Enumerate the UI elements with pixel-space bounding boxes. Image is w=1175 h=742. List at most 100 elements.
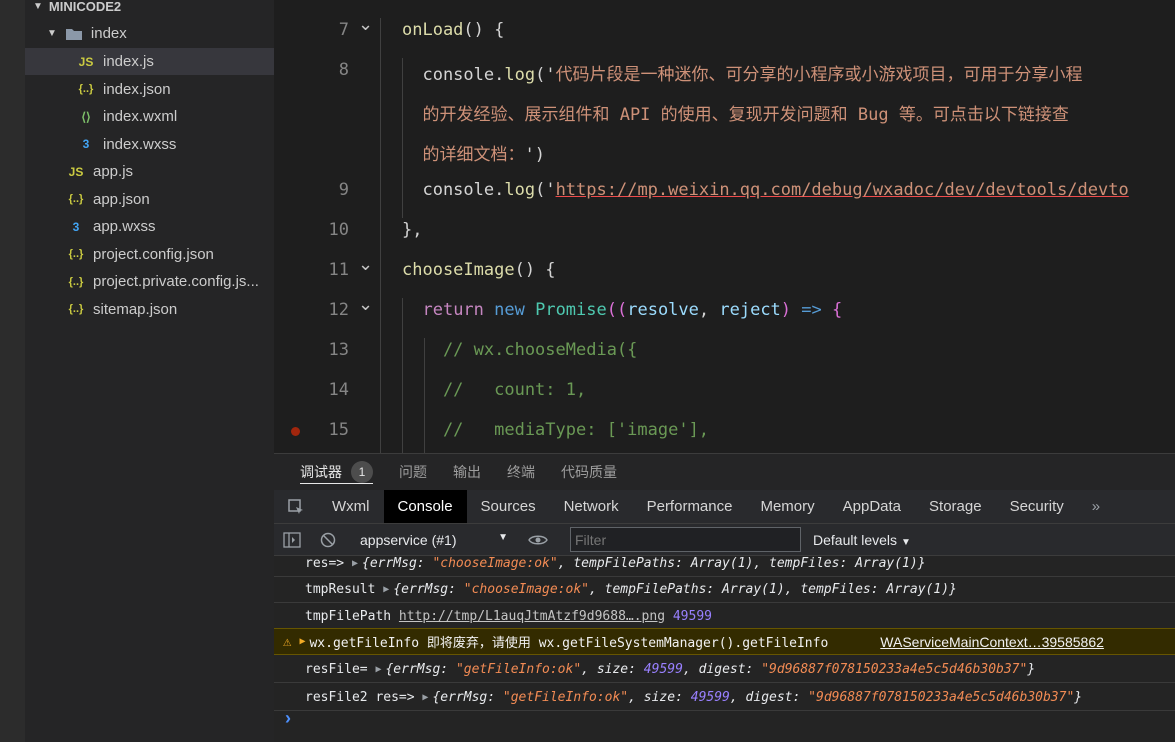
- file-item[interactable]: {..} project.config.json: [25, 241, 274, 268]
- code-line: // mediaType: ['image'],: [402, 420, 709, 440]
- panel-tab[interactable]: 问题: [399, 462, 427, 482]
- wxss-file-icon: 3: [82, 137, 90, 151]
- object-token: "chooseImage:ok": [463, 581, 589, 597]
- file-path-link[interactable]: http://tmp/L1auqJtmAtzf9d9688….png: [399, 609, 665, 624]
- code-line: // count: 1,: [402, 380, 586, 400]
- log-prefix: res=>: [305, 556, 352, 571]
- log-prefix: tmpFilePath: [305, 608, 399, 624]
- log-levels-dropdown[interactable]: Default levels ▼: [813, 532, 911, 548]
- code-token: (': [535, 180, 556, 200]
- expand-arrow-icon[interactable]: ▶: [375, 664, 381, 675]
- expand-arrow-icon[interactable]: ▶: [422, 692, 428, 703]
- file-item[interactable]: {..} app.json: [25, 186, 274, 213]
- devtools-tab-console[interactable]: Console: [383, 490, 467, 523]
- file-item[interactable]: {..} sitemap.json: [25, 296, 274, 323]
- log-levels-label: Default levels: [813, 531, 898, 548]
- expand-arrow-icon[interactable]: ▶: [352, 558, 358, 569]
- code-line: onLoad() {: [402, 20, 504, 40]
- code-token: ): [780, 300, 802, 320]
- code-token: 的详细文档：: [402, 145, 525, 165]
- code-token: Promise: [535, 300, 607, 320]
- dropdown-arrow-icon: ▼: [498, 531, 508, 543]
- eye-icon[interactable]: [520, 534, 556, 546]
- object-token: }: [1027, 661, 1036, 677]
- fold-chevron-icon[interactable]: ⌄: [358, 294, 373, 315]
- expand-arrow-icon[interactable]: ▶: [383, 584, 389, 595]
- code-token: resolve: [627, 300, 699, 320]
- code-editor[interactable]: 7 ⌄ onLoad() {8 console.log('代码片段是一种迷你、可分享…: [274, 0, 1175, 453]
- context-selector[interactable]: appservice (#1) ▼: [346, 532, 514, 548]
- object-token: "chooseImage:ok": [432, 556, 558, 571]
- code-token: new: [483, 300, 536, 320]
- log-object[interactable]: {errMsg: "getFileInfo:ok", size: 49599, …: [432, 690, 1082, 705]
- inspect-element-icon[interactable]: [274, 490, 318, 523]
- more-tabs-icon[interactable]: »: [1078, 490, 1114, 523]
- folder-label: index: [90, 25, 127, 42]
- file-label: app.js: [93, 163, 134, 180]
- code-token: },: [402, 220, 423, 240]
- source-link[interactable]: WAServiceMainContext…39585862: [880, 634, 1104, 650]
- devtools-tab-network[interactable]: Network: [550, 490, 633, 523]
- folder-index[interactable]: ▼ index: [25, 20, 274, 47]
- file-label: index.js: [103, 53, 154, 70]
- panel-tab[interactable]: 代码质量: [561, 462, 617, 482]
- json-file-icon: {..}: [68, 248, 84, 260]
- sidebar-toggle-icon[interactable]: [274, 531, 310, 548]
- object-token: , tempFilePaths: Array(1), tempFiles: Ar…: [589, 581, 957, 597]
- code-line: 的详细文档：'): [402, 140, 545, 165]
- file-item[interactable]: JS app.js: [25, 158, 274, 185]
- project-root[interactable]: ▼ MINICODE2: [25, 0, 274, 20]
- line-number: 10: [328, 220, 349, 240]
- panel-tab[interactable]: 输出: [453, 462, 481, 482]
- panel-tab-bar: 调试器 1 问题 输出 终端 代码质量: [274, 453, 1175, 490]
- devtools-tab-sources[interactable]: Sources: [467, 490, 550, 523]
- devtools-tab-security[interactable]: Security: [996, 490, 1078, 523]
- code-token: () {: [463, 20, 505, 40]
- code-line: 的开发经验、展示组件和 API 的使用、复现开发问题和 Bug 等。可点击以下链…: [402, 100, 1068, 125]
- log-object[interactable]: {errMsg: "getFileInfo:ok", size: 49599, …: [385, 662, 1035, 677]
- line-number: 14: [328, 380, 349, 400]
- object-token: , tempFilePaths: Array(1), tempFiles: Ar…: [557, 556, 926, 571]
- console-log-line: tmpResult ▶ {errMsg: "chooseImage:ok", te…: [274, 576, 1175, 603]
- clear-console-icon[interactable]: [310, 532, 346, 548]
- dropdown-arrow-icon: ▼: [900, 536, 911, 548]
- code-token: {: [821, 300, 843, 320]
- file-item[interactable]: 3 index.wxss: [25, 131, 274, 158]
- panel-tab[interactable]: 终端: [507, 462, 535, 482]
- devtools-tab-storage[interactable]: Storage: [915, 490, 996, 523]
- code-token: log: [504, 65, 536, 85]
- devtools-tab-wxml[interactable]: Wxml: [318, 490, 384, 523]
- wxss-file-icon: 3: [72, 219, 80, 234]
- log-prefix: tmpResult: [305, 581, 384, 597]
- log-object[interactable]: {errMsg: "chooseImage:ok", tempFilePaths…: [393, 582, 957, 597]
- object-token: , size:: [581, 661, 644, 677]
- file-item[interactable]: ⟨⟩ index.wxml: [25, 103, 274, 130]
- log-object[interactable]: {errMsg: "chooseImage:ok", tempFilePaths…: [362, 556, 926, 571]
- console-prompt-icon[interactable]: ›: [285, 708, 291, 729]
- console-output[interactable]: res=> ▶ {errMsg: "chooseImage:ok", tempFi…: [274, 556, 1175, 742]
- devtools-tab-performance[interactable]: Performance: [633, 490, 747, 523]
- file-label: project.private.config.js...: [93, 273, 259, 290]
- code-line: },: [402, 220, 422, 240]
- file-label: app.json: [93, 190, 150, 208]
- panel-tab[interactable]: 调试器 1: [300, 460, 373, 484]
- line-number: 13: [328, 340, 349, 360]
- file-item[interactable]: {..} index.json: [25, 76, 274, 103]
- file-item[interactable]: JS index.js: [25, 48, 274, 75]
- expand-arrow-icon[interactable]: ▶: [299, 636, 305, 647]
- line-number: 15: [328, 420, 349, 440]
- breakpoint-icon[interactable]: [291, 427, 300, 436]
- file-label: index.wxss: [103, 135, 177, 153]
- json-file-icon: {..}: [68, 193, 84, 205]
- devtools-tab-memory[interactable]: Memory: [746, 490, 828, 523]
- file-size: 49599: [665, 608, 712, 624]
- object-token: "9d96887f078150233a4e5c5d46b30b37": [808, 689, 1075, 705]
- filter-input[interactable]: [570, 527, 801, 552]
- devtools-tab-appdata[interactable]: AppData: [829, 490, 915, 523]
- file-item[interactable]: {..} project.private.config.js...: [25, 268, 274, 295]
- code-token: 代码片段是一种迷你、可分享的小程序或小游戏项目，可用于分享小程: [555, 65, 1083, 85]
- fold-chevron-icon[interactable]: ⌄: [358, 254, 373, 275]
- file-item[interactable]: 3 app.wxss: [25, 213, 274, 240]
- fold-chevron-icon[interactable]: ⌄: [358, 14, 373, 35]
